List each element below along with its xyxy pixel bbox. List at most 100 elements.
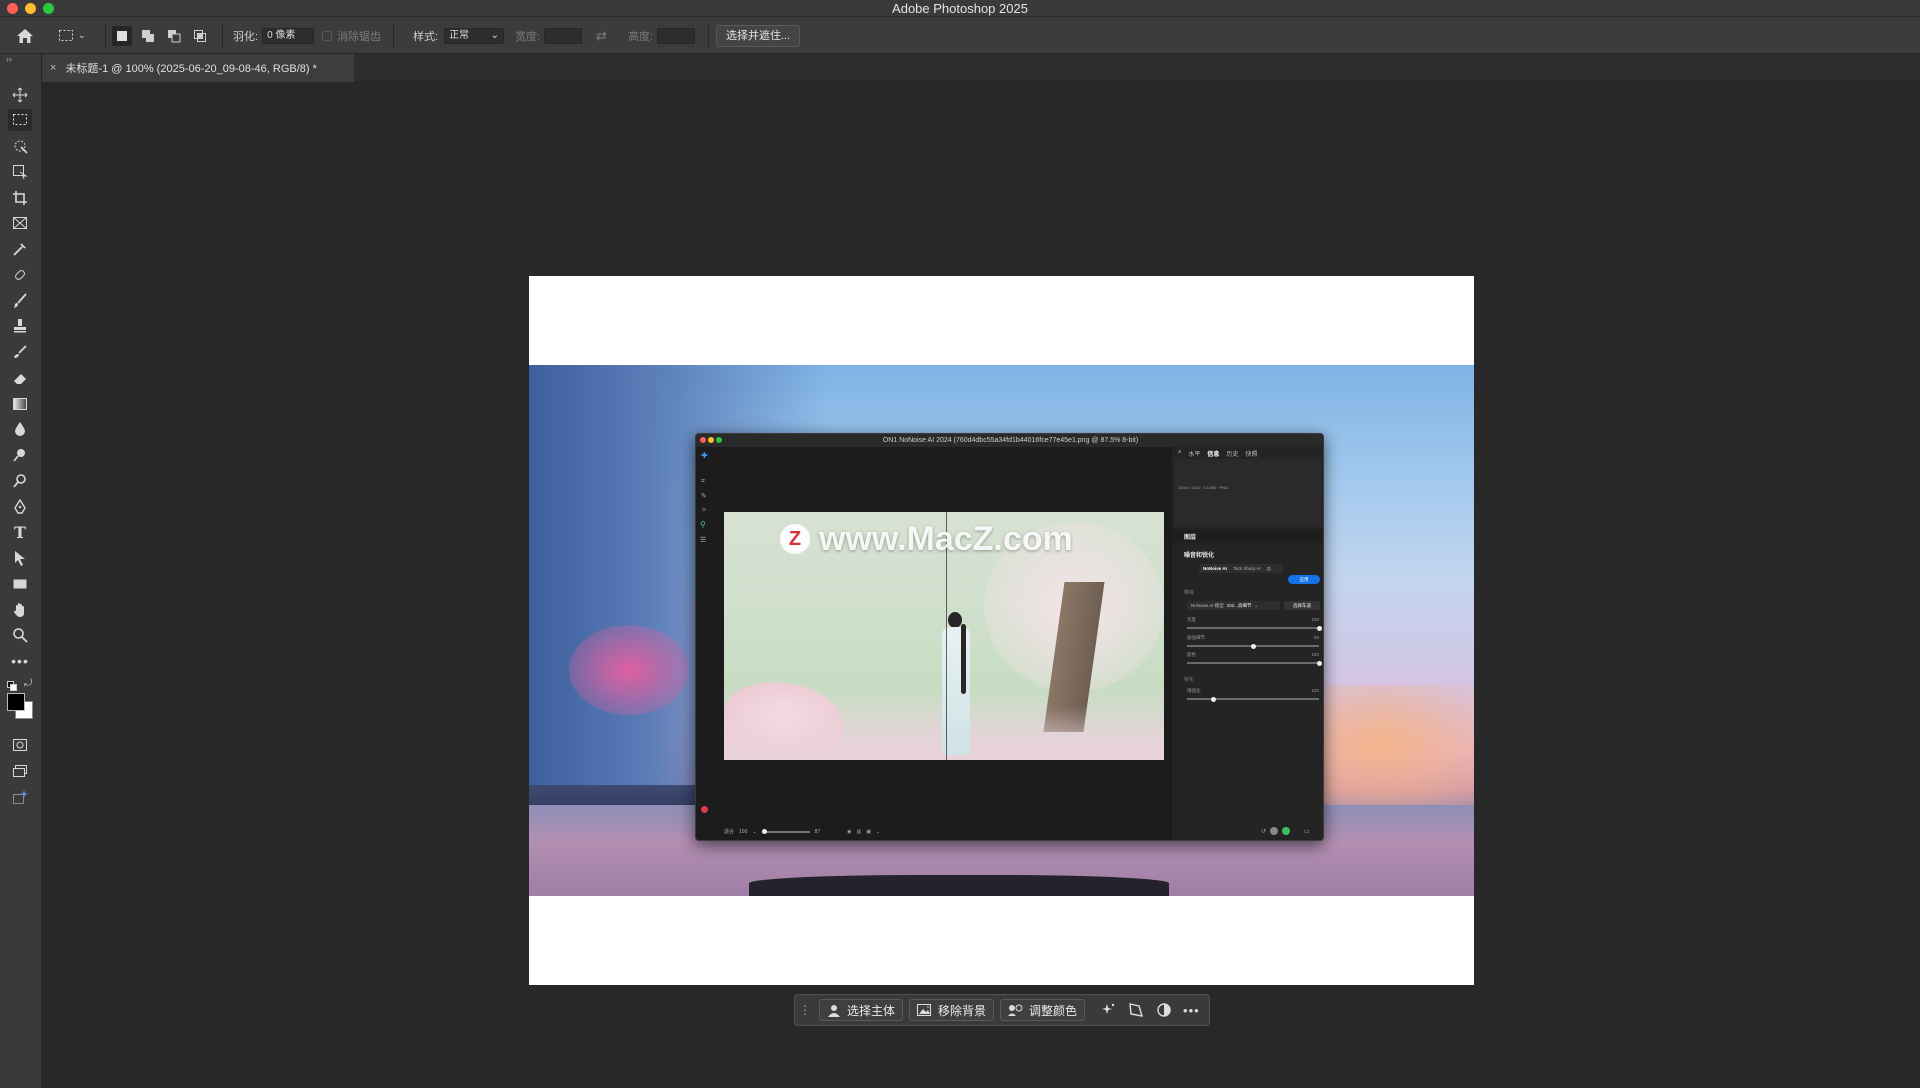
zoom-knob[interactable] — [761, 829, 767, 834]
hand-tool[interactable] — [8, 599, 32, 621]
zoom-slider[interactable] — [761, 829, 810, 834]
slider-knob[interactable] — [1210, 696, 1216, 702]
intersect-selection-button[interactable] — [190, 26, 210, 46]
zoom-value[interactable]: 100 — [739, 829, 747, 835]
app-min-dot[interactable] — [708, 437, 714, 443]
model-select[interactable]: NoNoise AI 模型 202...高细节 ⌄ — [1187, 601, 1280, 610]
preview-eye-icon[interactable]: ◉ — [847, 829, 851, 835]
app-zoom-icon[interactable]: ⚲ — [700, 520, 706, 529]
zoom-tool[interactable] — [8, 624, 32, 646]
move-tool[interactable] — [8, 84, 32, 106]
app-brush-icon[interactable]: ✎ — [701, 492, 707, 500]
remove-background-button[interactable]: 移除背景 — [909, 999, 995, 1021]
select-subject-button[interactable]: 选择主体 — [819, 999, 904, 1021]
model-button[interactable]: 选择车道 — [1284, 601, 1320, 610]
detail-slider[interactable] — [1187, 643, 1319, 649]
cancel-dot[interactable] — [1270, 827, 1279, 835]
dodge-tool[interactable] — [8, 444, 32, 466]
marquee-preset-picker[interactable]: ⌄ — [58, 17, 86, 54]
apply-toggle[interactable]: 应用 — [1288, 575, 1320, 584]
panel-tab-level[interactable]: 水平 — [1188, 449, 1200, 458]
antialias-checkbox[interactable] — [322, 30, 332, 41]
feather-input[interactable]: 0 像素 — [262, 27, 315, 44]
more-tools-button[interactable]: ••• — [8, 650, 32, 672]
rect-marquee-icon — [59, 29, 73, 41]
generate-button[interactable] — [1097, 1002, 1119, 1018]
app-retouch-icon[interactable]: ✧ — [701, 506, 707, 514]
width-input[interactable] — [544, 27, 583, 44]
tools-panel: ›› T ••• ⤾ — [0, 54, 42, 1088]
width-label: 宽度: — [515, 30, 541, 43]
eyedropper-tool[interactable] — [8, 238, 32, 260]
new-selection-button[interactable] — [112, 25, 132, 46]
add-to-selection-button[interactable] — [138, 26, 158, 46]
eraser-tool[interactable] — [8, 367, 32, 389]
type-tool[interactable]: T — [8, 521, 32, 543]
home-button[interactable] — [16, 17, 34, 54]
subtract-selection-button[interactable] — [164, 26, 184, 46]
panel-tab-info[interactable]: 信息 — [1207, 449, 1219, 458]
app-browse-icon[interactable]: ✚ — [701, 451, 711, 461]
brush-tool[interactable] — [8, 290, 32, 312]
object-selection-tool[interactable] — [8, 161, 32, 183]
document-tab[interactable]: × 未标题-1 @ 100% (2025-06-20_09-08-46, RGB… — [42, 54, 354, 82]
foreground-color-swatch[interactable] — [7, 693, 25, 711]
app-preview-image[interactable]: Z www.MacZ.com — [724, 512, 1164, 760]
stamp-icon — [14, 319, 26, 333]
pen-tool[interactable] — [8, 496, 32, 518]
panel-tab-history[interactable]: 历史 — [1226, 449, 1238, 458]
rect-marquee-tool[interactable] — [8, 109, 32, 131]
swap-width-height-button[interactable]: ⇄ — [596, 17, 607, 54]
layers-header[interactable]: 图层 — [1172, 529, 1323, 543]
path-selection-tool[interactable] — [8, 547, 32, 569]
panel-filter-icon[interactable]: ⩚ — [1178, 449, 1181, 458]
slider-knob[interactable] — [1316, 625, 1322, 631]
frame-tool[interactable] — [8, 212, 32, 234]
panel-tab-snapshots[interactable]: 快照 — [1245, 449, 1257, 458]
sharpen-slider[interactable] — [1187, 696, 1319, 702]
rectangle-tool[interactable] — [8, 573, 32, 595]
zoom-fit-button[interactable]: 适合 — [724, 828, 734, 835]
app-max-dot[interactable] — [716, 437, 722, 443]
slider-knob[interactable] — [1250, 643, 1256, 649]
quick-selection-tool[interactable] — [8, 135, 32, 157]
mode-more-icon[interactable]: ▤ — [1267, 566, 1271, 572]
screen-mode-button[interactable] — [8, 760, 32, 782]
reset-icon[interactable]: ↺ — [1261, 828, 1266, 835]
slider-knob[interactable] — [1316, 660, 1322, 666]
clone-stamp-tool[interactable] — [8, 315, 32, 337]
mode-tacksharp-tab[interactable]: Tack Sharp AI — [1233, 566, 1261, 571]
close-tab-icon[interactable]: × — [50, 62, 56, 74]
slider-label: 加强细节 — [1187, 635, 1205, 640]
app-compare-icon[interactable]: ☰ — [700, 536, 706, 544]
swap-colors-icon[interactable]: ⤾ — [24, 678, 32, 689]
panel-toggle-icon[interactable]: ▭ — [1304, 828, 1310, 835]
default-colors-button[interactable] — [7, 678, 17, 691]
mask-view-icon[interactable]: ▣ — [866, 829, 871, 835]
crop-tool[interactable] — [8, 187, 32, 209]
quick-mask-button[interactable] — [8, 734, 32, 756]
app-record-icon[interactable] — [701, 806, 708, 813]
mode-nonoise-tab[interactable]: NoNoise AI — [1203, 566, 1227, 571]
more-options-icon[interactable]: ••• — [1183, 1003, 1200, 1018]
transform-button[interactable] — [1125, 1002, 1147, 1018]
drag-handle-icon[interactable]: ⋮ — [799, 1003, 811, 1017]
adjust-color-button[interactable]: 调整颜色 — [1000, 999, 1086, 1021]
adjustment-button[interactable] — [1153, 1002, 1175, 1018]
select-and-mask-button[interactable]: 选择并遮住... — [716, 24, 801, 47]
blur-tool[interactable] — [8, 418, 32, 440]
confirm-dot[interactable] — [1282, 827, 1291, 835]
compare-icon[interactable]: ▥ — [857, 829, 862, 835]
healing-brush-tool[interactable] — [8, 264, 32, 286]
generative-tool[interactable] — [8, 786, 32, 808]
zoom-lens-tool[interactable] — [8, 470, 32, 492]
style-select[interactable]: 正常 ⌄ — [444, 27, 505, 44]
brightness-slider[interactable] — [1187, 625, 1322, 631]
expand-panel-icon[interactable]: ›› — [6, 54, 12, 64]
app-crop-icon[interactable]: ⌗ — [701, 478, 705, 486]
history-brush-tool[interactable] — [8, 341, 32, 363]
app-close-dot[interactable] — [700, 437, 706, 443]
height-input[interactable] — [657, 27, 696, 44]
gradient-tool[interactable] — [8, 393, 32, 415]
color-slider[interactable] — [1187, 660, 1322, 666]
